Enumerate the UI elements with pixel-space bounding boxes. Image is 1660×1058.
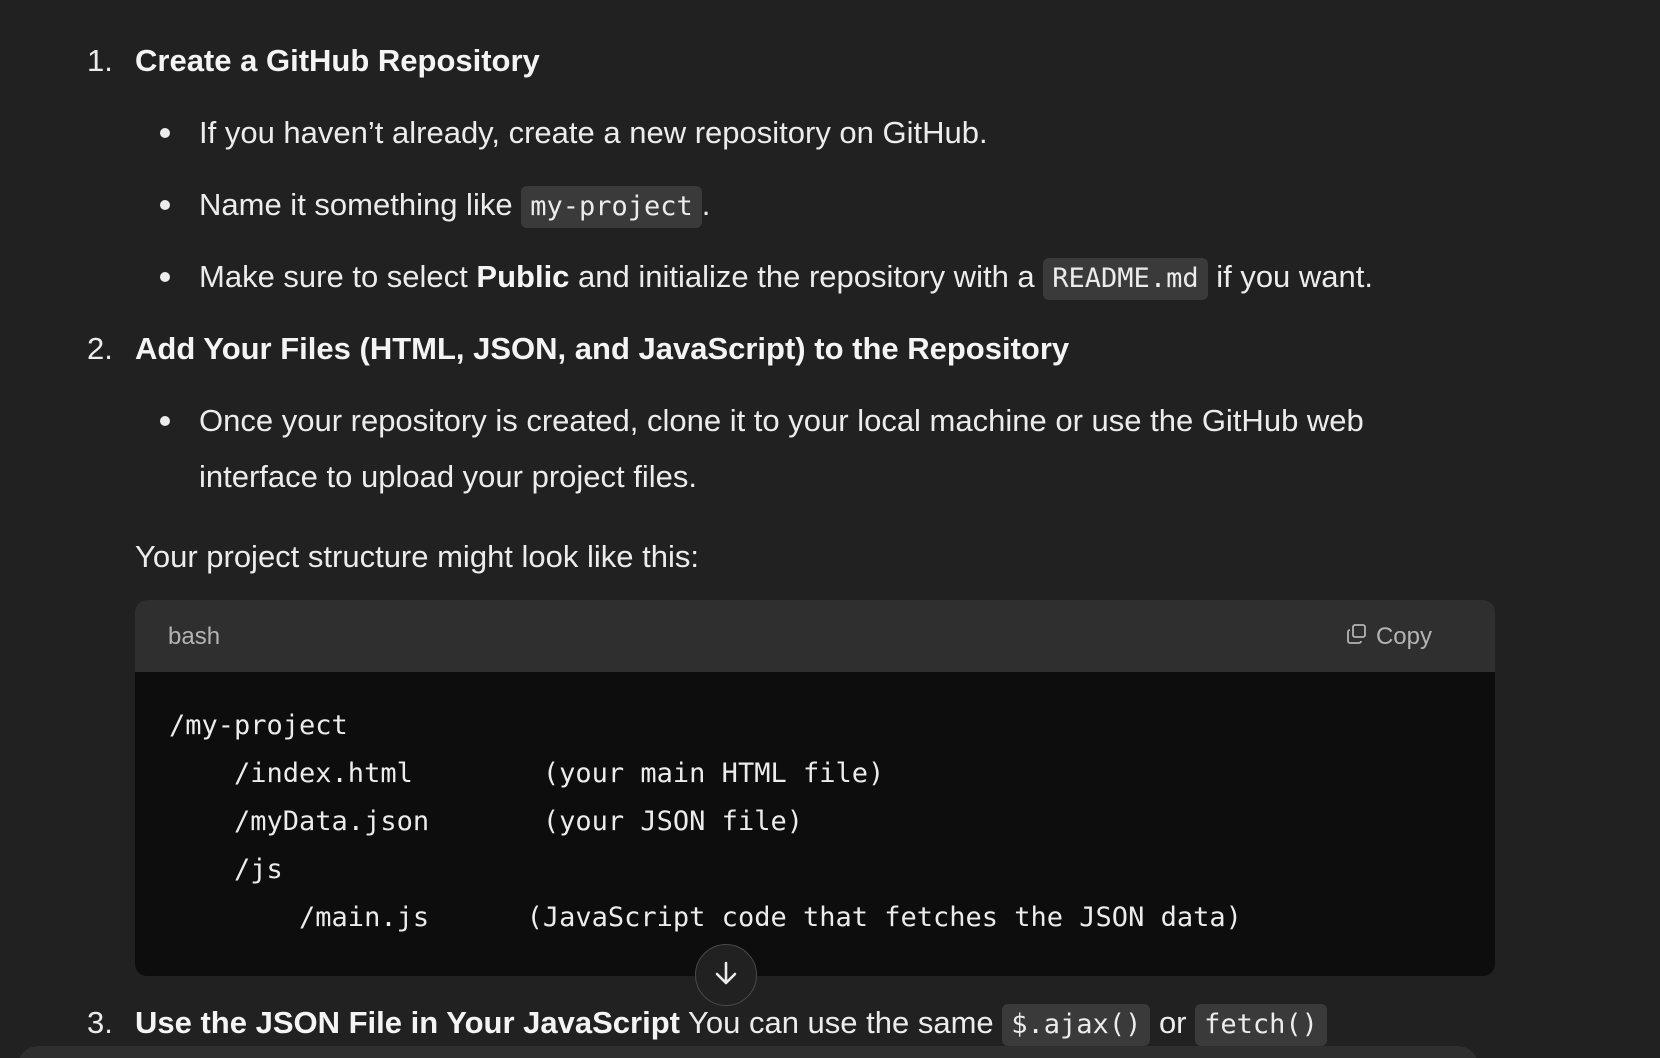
code-block: bash Copy /my-project /index.html (your …	[135, 600, 1495, 976]
copy-button-label: Copy	[1375, 623, 1432, 650]
step-1-bullet-3: Make sure to select Public and initializ…	[199, 257, 1373, 300]
step-1-number: 1.	[87, 43, 113, 78]
inline-code-readme: README.md	[1043, 257, 1208, 300]
bullet-dot	[160, 200, 170, 210]
step-1-bullet-1: If you haven’t already, create a new rep…	[199, 115, 988, 150]
code-content: /my-project /index.html (your main HTML …	[169, 702, 1242, 942]
step-1-bullet-2: Name it something like my-project.	[199, 185, 710, 228]
bullet-text: Name it something like	[199, 187, 522, 222]
step-1-title: Create a GitHub Repository	[135, 43, 540, 78]
step-2-title: Add Your Files (HTML, JSON, and JavaScri…	[135, 331, 1070, 366]
bullet-text: .	[701, 187, 711, 222]
chat-response: 1. Create a GitHub Repository If you hav…	[0, 0, 1660, 1058]
scroll-to-bottom-button[interactable]	[695, 944, 757, 1006]
step-3-title: Use the JSON File in Your JavaScript	[135, 1005, 680, 1040]
bold-public: Public	[476, 259, 570, 294]
bullet-dot	[160, 272, 170, 282]
code-line: /js	[169, 854, 283, 885]
project-structure-intro: Your project structure might look like t…	[135, 539, 699, 574]
bullet-text: if you want.	[1207, 259, 1374, 294]
step-3-line: Use the JSON File in Your JavaScript You…	[135, 1003, 1327, 1046]
code-line: /myData.json (your JSON file)	[169, 806, 803, 837]
inline-code-project-name: my-project	[521, 185, 702, 228]
bullet-dot	[160, 416, 170, 426]
bullet-text: Make sure to select	[199, 259, 477, 294]
step-3-text: You can use the same	[679, 1005, 1003, 1040]
inline-code-fetch: fetch()	[1195, 1003, 1327, 1046]
step-3-text: or	[1150, 1005, 1196, 1040]
copy-code-button[interactable]: Copy	[1346, 619, 1432, 655]
code-block-header: bash Copy	[135, 600, 1495, 672]
copy-icon	[1346, 623, 1368, 652]
step-2-bullet-1-line-1: Once your repository is created, clone i…	[199, 403, 1364, 438]
inline-code-ajax: $.ajax()	[1002, 1003, 1151, 1046]
step-2-bullet-1-line-2: interface to upload your project files.	[199, 459, 697, 494]
code-line: /index.html (your main HTML file)	[169, 758, 885, 789]
step-3-number: 3.	[87, 1005, 113, 1040]
code-line: /main.js (JavaScript code that fetches t…	[169, 902, 1242, 933]
step-2-number: 2.	[87, 331, 113, 366]
code-language-label: bash	[168, 623, 221, 650]
bullet-text: and initialize the repository with a	[569, 259, 1044, 294]
message-composer[interactable]	[18, 1046, 1478, 1058]
bullet-dot	[160, 128, 170, 138]
code-line: /my-project	[169, 710, 348, 741]
arrow-down-icon	[712, 959, 740, 992]
